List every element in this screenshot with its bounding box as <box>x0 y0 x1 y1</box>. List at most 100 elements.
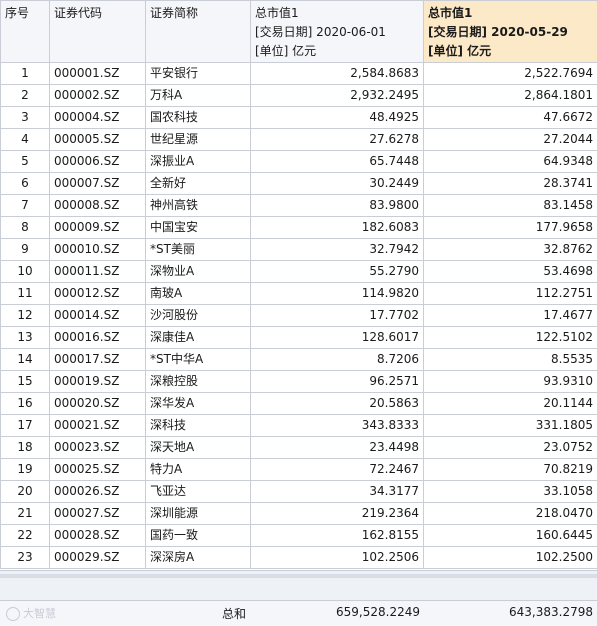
row-code[interactable]: 000029.SZ <box>50 547 146 569</box>
row-name[interactable]: 平安银行 <box>146 63 251 85</box>
row-index[interactable]: 7 <box>1 195 50 217</box>
row-index[interactable]: 22 <box>1 525 50 547</box>
row-market-cap-0529[interactable]: 27.2044 <box>424 129 597 151</box>
row-name[interactable]: 深康佳A <box>146 327 251 349</box>
row-market-cap-0529[interactable]: 160.6445 <box>424 525 597 547</box>
row-market-cap-0529[interactable]: 32.8762 <box>424 239 597 261</box>
row-name[interactable]: 中国宝安 <box>146 217 251 239</box>
row-market-cap-0529[interactable]: 112.2751 <box>424 283 597 305</box>
row-index[interactable]: 16 <box>1 393 50 415</box>
row-market-cap-0529[interactable]: 8.5535 <box>424 349 597 371</box>
row-index[interactable]: 14 <box>1 349 50 371</box>
row-market-cap-0601[interactable]: 72.2467 <box>251 459 424 481</box>
row-market-cap-0529[interactable]: 20.1144 <box>424 393 597 415</box>
row-code[interactable]: 000002.SZ <box>50 85 146 107</box>
row-name[interactable]: *ST美丽 <box>146 239 251 261</box>
row-market-cap-0529[interactable]: 2,522.7694 <box>424 63 597 85</box>
table-row[interactable]: 10000011.SZ深物业A55.279053.4698 <box>1 261 597 283</box>
row-code[interactable]: 000021.SZ <box>50 415 146 437</box>
row-code[interactable]: 000005.SZ <box>50 129 146 151</box>
row-code[interactable]: 000010.SZ <box>50 239 146 261</box>
row-market-cap-0601[interactable]: 27.6278 <box>251 129 424 151</box>
row-market-cap-0601[interactable]: 343.8333 <box>251 415 424 437</box>
row-code[interactable]: 000012.SZ <box>50 283 146 305</box>
row-market-cap-0601[interactable]: 8.7206 <box>251 349 424 371</box>
table-row[interactable]: 17000021.SZ深科技343.8333331.1805 <box>1 415 597 437</box>
row-name[interactable]: 南玻A <box>146 283 251 305</box>
horizontal-scrollbar[interactable] <box>0 574 597 578</box>
table-row[interactable]: 15000019.SZ深粮控股96.257193.9310 <box>1 371 597 393</box>
row-market-cap-0601[interactable]: 23.4498 <box>251 437 424 459</box>
table-row[interactable]: 2000002.SZ万科A2,932.24952,864.1801 <box>1 85 597 107</box>
row-name[interactable]: 全新好 <box>146 173 251 195</box>
row-name[interactable]: 深华发A <box>146 393 251 415</box>
row-market-cap-0601[interactable]: 55.2790 <box>251 261 424 283</box>
row-market-cap-0601[interactable]: 34.3177 <box>251 481 424 503</box>
row-code[interactable]: 000028.SZ <box>50 525 146 547</box>
row-market-cap-0529[interactable]: 47.6672 <box>424 107 597 129</box>
row-code[interactable]: 000009.SZ <box>50 217 146 239</box>
row-market-cap-0601[interactable]: 219.2364 <box>251 503 424 525</box>
row-name[interactable]: 世纪星源 <box>146 129 251 151</box>
row-name[interactable]: 国农科技 <box>146 107 251 129</box>
row-index[interactable]: 4 <box>1 129 50 151</box>
table-row[interactable]: 7000008.SZ神州高铁83.980083.1458 <box>1 195 597 217</box>
col-header-code[interactable]: 证券代码 <box>50 1 146 63</box>
row-name[interactable]: 深科技 <box>146 415 251 437</box>
table-row[interactable]: 16000020.SZ深华发A20.586320.1144 <box>1 393 597 415</box>
row-market-cap-0529[interactable]: 53.4698 <box>424 261 597 283</box>
table-row[interactable]: 8000009.SZ中国宝安182.6083177.9658 <box>1 217 597 239</box>
table-row[interactable]: 13000016.SZ深康佳A128.6017122.5102 <box>1 327 597 349</box>
row-index[interactable]: 12 <box>1 305 50 327</box>
table-row[interactable]: 4000005.SZ世纪星源27.627827.2044 <box>1 129 597 151</box>
row-market-cap-0601[interactable]: 30.2449 <box>251 173 424 195</box>
row-market-cap-0601[interactable]: 65.7448 <box>251 151 424 173</box>
row-index[interactable]: 13 <box>1 327 50 349</box>
row-market-cap-0529[interactable]: 2,864.1801 <box>424 85 597 107</box>
row-code[interactable]: 000001.SZ <box>50 63 146 85</box>
table-row[interactable]: 9000010.SZ*ST美丽32.794232.8762 <box>1 239 597 261</box>
row-index[interactable]: 23 <box>1 547 50 569</box>
row-market-cap-0529[interactable]: 70.8219 <box>424 459 597 481</box>
table-row[interactable]: 5000006.SZ深振业A65.744864.9348 <box>1 151 597 173</box>
row-index[interactable]: 5 <box>1 151 50 173</box>
row-code[interactable]: 000014.SZ <box>50 305 146 327</box>
row-market-cap-0529[interactable]: 83.1458 <box>424 195 597 217</box>
row-market-cap-0529[interactable]: 122.5102 <box>424 327 597 349</box>
row-market-cap-0601[interactable]: 32.7942 <box>251 239 424 261</box>
row-name[interactable]: 深物业A <box>146 261 251 283</box>
row-market-cap-0601[interactable]: 2,932.2495 <box>251 85 424 107</box>
row-code[interactable]: 000006.SZ <box>50 151 146 173</box>
table-row[interactable]: 22000028.SZ国药一致162.8155160.6445 <box>1 525 597 547</box>
row-name[interactable]: 深粮控股 <box>146 371 251 393</box>
row-name[interactable]: 深圳能源 <box>146 503 251 525</box>
row-market-cap-0529[interactable]: 177.9658 <box>424 217 597 239</box>
col-header-market-cap-0601[interactable]: 总市值1 [交易日期] 2020-06-01 [单位] 亿元 <box>251 1 424 63</box>
row-index[interactable]: 2 <box>1 85 50 107</box>
table-row[interactable]: 21000027.SZ深圳能源219.2364218.0470 <box>1 503 597 525</box>
row-index[interactable]: 17 <box>1 415 50 437</box>
row-market-cap-0601[interactable]: 96.2571 <box>251 371 424 393</box>
row-market-cap-0601[interactable]: 20.5863 <box>251 393 424 415</box>
row-name[interactable]: 沙河股份 <box>146 305 251 327</box>
row-market-cap-0529[interactable]: 28.3741 <box>424 173 597 195</box>
row-code[interactable]: 000016.SZ <box>50 327 146 349</box>
row-name[interactable]: 国药一致 <box>146 525 251 547</box>
row-code[interactable]: 000007.SZ <box>50 173 146 195</box>
table-row[interactable]: 23000029.SZ深深房A102.2506102.2500 <box>1 547 597 569</box>
row-name[interactable]: 飞亚达 <box>146 481 251 503</box>
table-row[interactable]: 18000023.SZ深天地A23.449823.0752 <box>1 437 597 459</box>
col-header-name[interactable]: 证券简称 <box>146 1 251 63</box>
row-market-cap-0601[interactable]: 162.8155 <box>251 525 424 547</box>
row-market-cap-0529[interactable]: 17.4677 <box>424 305 597 327</box>
row-market-cap-0529[interactable]: 33.1058 <box>424 481 597 503</box>
row-index[interactable]: 8 <box>1 217 50 239</box>
row-index[interactable]: 10 <box>1 261 50 283</box>
table-row[interactable]: 6000007.SZ全新好30.244928.3741 <box>1 173 597 195</box>
col-header-index[interactable]: 序号 <box>1 1 50 63</box>
row-code[interactable]: 000023.SZ <box>50 437 146 459</box>
row-index[interactable]: 3 <box>1 107 50 129</box>
row-market-cap-0601[interactable]: 128.6017 <box>251 327 424 349</box>
row-name[interactable]: 神州高铁 <box>146 195 251 217</box>
row-market-cap-0529[interactable]: 64.9348 <box>424 151 597 173</box>
